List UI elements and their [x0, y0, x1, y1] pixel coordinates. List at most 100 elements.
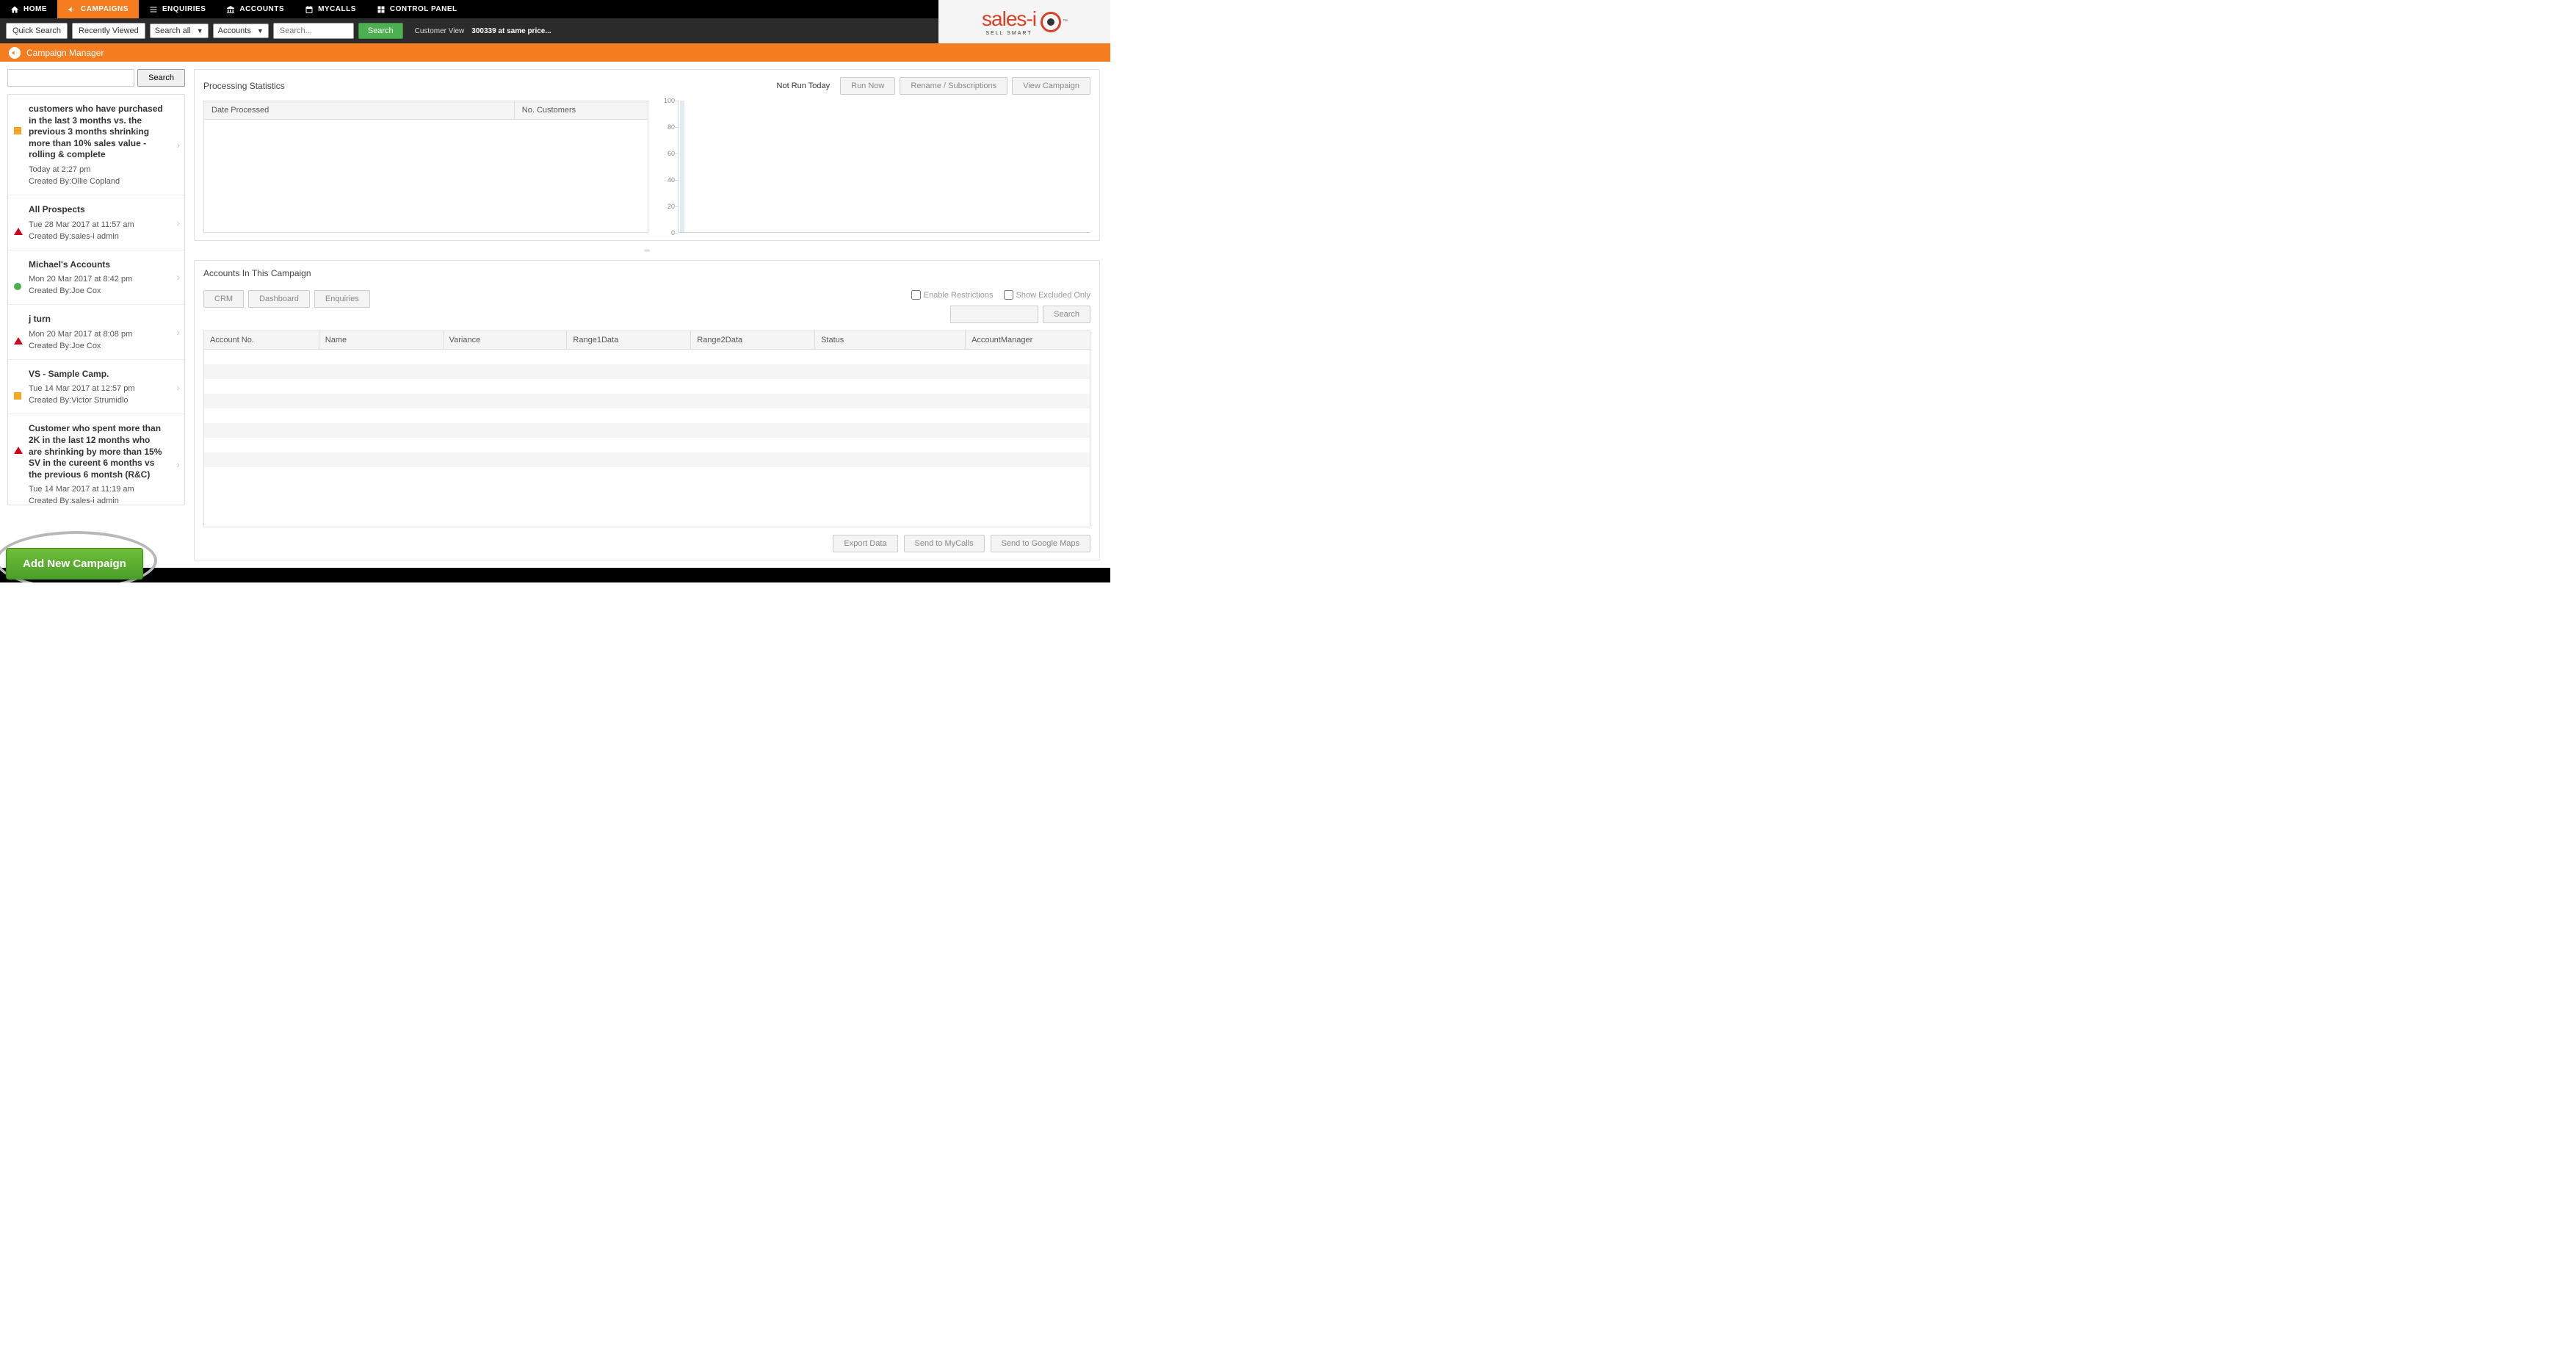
accounts-table: Account No. Name Variance Range1Data Ran… [203, 331, 1090, 527]
send-mycalls-button[interactable]: Send to MyCalls [904, 535, 985, 552]
page-title-bar: Campaign Manager [0, 43, 1110, 62]
toolbar-search-button[interactable]: Search [358, 23, 403, 39]
chevron-right-icon: › [176, 139, 180, 151]
logo: sales-i SELL SMART ™ [982, 7, 1067, 36]
campaign-title: j turn [29, 314, 165, 325]
campaign-author: Created By:Joe Cox [29, 342, 165, 350]
search-entity-select[interactable]: Accounts ▼ [213, 24, 269, 38]
page-title: Campaign Manager [26, 48, 104, 58]
chevron-down-icon: ▼ [257, 27, 264, 35]
logo-brand: sales-i [982, 7, 1036, 30]
nav-accounts-label: ACCOUNTS [239, 5, 284, 13]
accounts-search-input[interactable] [950, 306, 1038, 323]
campaign-item[interactable]: j turn Mon 20 Mar 2017 at 8:08 pm Create… [8, 305, 184, 360]
send-googlemaps-button[interactable]: Send to Google Maps [991, 535, 1090, 552]
eye-icon [1041, 12, 1061, 32]
table-row [204, 408, 1090, 423]
col-range1: Range1Data [567, 331, 691, 349]
chevron-right-icon: › [176, 326, 180, 338]
sidebar-search-input[interactable] [7, 69, 134, 87]
panel-title: Processing Statistics [203, 81, 285, 91]
nav-controlpanel-label: CONTROL PANEL [390, 5, 457, 13]
status-icon [14, 127, 21, 134]
nav-campaigns-label: CAMPAIGNS [81, 5, 129, 13]
sidebar-search-row: Search [7, 69, 185, 87]
home-icon [10, 5, 19, 14]
table-row [204, 379, 1090, 394]
enquiries-button[interactable]: Enquiries [314, 290, 370, 308]
chart-yaxis: 020406080100 [657, 101, 678, 233]
campaign-item[interactable]: VS - Sample Camp. Tue 14 Mar 2017 at 12:… [8, 360, 184, 415]
stats-col-date: Date Processed [204, 101, 515, 119]
quick-search-button[interactable]: Quick Search [6, 23, 68, 39]
nav-home[interactable]: HOME [0, 0, 57, 18]
accounts-table-body [204, 350, 1090, 467]
campaign-item[interactable]: Michael's Accounts Mon 20 Mar 2017 at 8:… [8, 250, 184, 306]
add-new-campaign-button[interactable]: Add New Campaign [6, 548, 143, 580]
accounts-search-button[interactable]: Search [1043, 306, 1090, 323]
crm-button[interactable]: CRM [203, 290, 244, 308]
show-excluded-label: Show Excluded Only [1016, 291, 1091, 300]
campaign-author: Created By:sales-i admin [29, 497, 165, 505]
rename-subscriptions-button[interactable]: Rename / Subscriptions [900, 77, 1007, 95]
campaign-title: VS - Sample Camp. [29, 369, 165, 380]
megaphone-icon [9, 47, 21, 59]
chevron-down-icon: ▼ [197, 27, 203, 35]
not-run-label: Not Run Today [777, 82, 831, 90]
table-row [204, 423, 1090, 438]
logo-tagline: SELL SMART [982, 31, 1036, 36]
table-row [204, 364, 1090, 379]
campaign-date: Mon 20 Mar 2017 at 8:42 pm [29, 275, 165, 284]
chevron-right-icon: › [176, 458, 180, 470]
view-campaign-button[interactable]: View Campaign [1012, 77, 1090, 95]
bank-icon [226, 5, 235, 14]
campaign-list[interactable]: customers who have purchased in the last… [7, 94, 185, 505]
show-excluded-checkbox[interactable]: Show Excluded Only [1004, 290, 1091, 300]
enable-restrictions-input[interactable] [911, 290, 921, 300]
chevron-right-icon: › [176, 271, 180, 283]
nav-controlpanel[interactable]: CONTROL PANEL [366, 0, 468, 18]
campaign-item[interactable]: customers who have purchased in the last… [8, 95, 184, 195]
stats-chart: 020406080100 [657, 101, 1090, 233]
nav-campaigns[interactable]: CAMPAIGNS [57, 0, 139, 18]
logo-area: sales-i SELL SMART ™ [938, 0, 1110, 43]
run-now-button[interactable]: Run Now [840, 77, 895, 95]
campaign-title: Customer who spent more than 2K in the l… [29, 423, 165, 480]
nav-mycalls[interactable]: MYCALLS [294, 0, 366, 18]
campaign-title: Michael's Accounts [29, 259, 165, 271]
col-variance: Variance [444, 331, 568, 349]
splitter-handle[interactable]: ═ [194, 248, 1100, 253]
bottom-strip [0, 568, 1110, 582]
campaign-item[interactable]: All Prospects Tue 28 Mar 2017 at 11:57 a… [8, 195, 184, 250]
panel-title: Accounts In This Campaign [203, 268, 1090, 278]
list-icon [149, 5, 158, 14]
search-scope-select[interactable]: Search all ▼ [150, 24, 209, 38]
customer-view-value: 300339 at same price... [471, 27, 551, 35]
campaign-author: Created By:Ollie Copland [29, 177, 165, 186]
export-data-button[interactable]: Export Data [833, 535, 897, 552]
dashboard-button[interactable]: Dashboard [248, 290, 310, 308]
campaign-item[interactable]: Customer who spent more than 2K in the l… [8, 414, 184, 505]
customer-view-label: Customer View [415, 27, 465, 35]
show-excluded-input[interactable] [1004, 290, 1013, 300]
campaign-date: Tue 28 Mar 2017 at 11:57 am [29, 220, 165, 229]
campaign-title: All Prospects [29, 204, 165, 216]
sidebar-search-button[interactable]: Search [137, 69, 185, 87]
campaign-date: Mon 20 Mar 2017 at 8:08 pm [29, 330, 165, 339]
recently-viewed-button[interactable]: Recently Viewed [72, 23, 145, 39]
campaign-date: Tue 14 Mar 2017 at 12:57 pm [29, 384, 165, 393]
enable-restrictions-checkbox[interactable]: Enable Restrictions [911, 290, 994, 300]
nav-enquiries[interactable]: ENQUIRIES [139, 0, 217, 18]
toolbar-search-input[interactable] [280, 26, 347, 35]
table-row [204, 350, 1090, 364]
table-row [204, 452, 1090, 467]
campaign-author: Created By:sales-i admin [29, 232, 165, 241]
nav-accounts[interactable]: ACCOUNTS [216, 0, 294, 18]
accounts-panel: Accounts In This Campaign CRM Dashboard … [194, 260, 1100, 560]
status-icon [14, 447, 23, 454]
campaign-author: Created By:Victor Strumidlo [29, 396, 165, 405]
table-row [204, 394, 1090, 408]
campaign-date: Tue 14 Mar 2017 at 11:19 am [29, 485, 165, 494]
search-entity-value: Accounts [218, 26, 251, 35]
stats-table: Date Processed No. Customers [203, 101, 648, 233]
